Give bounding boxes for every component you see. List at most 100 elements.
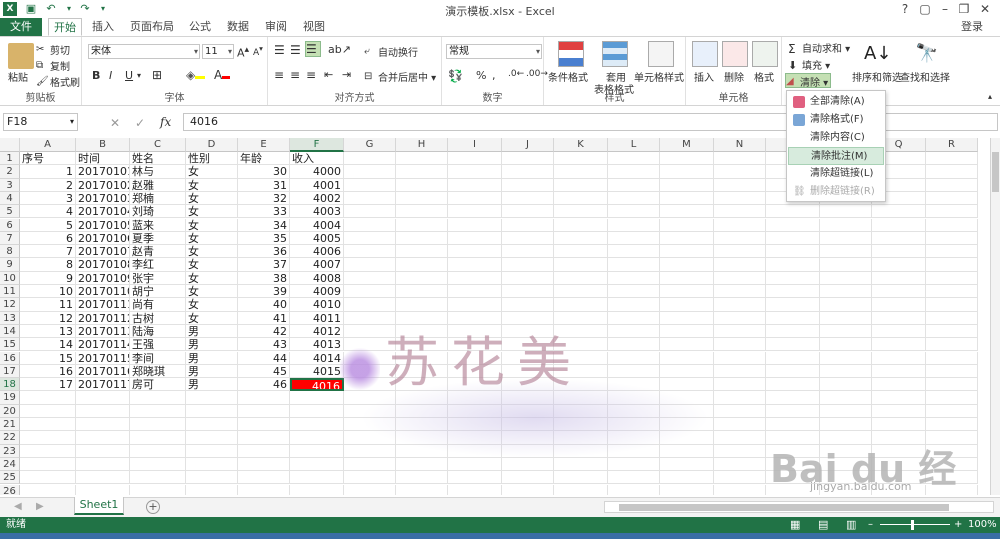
cell-l17[interactable]: [608, 364, 660, 379]
cut-button[interactable]: ✂ 剪切: [36, 42, 70, 58]
cell-b22[interactable]: [76, 431, 130, 445]
cell-h12[interactable]: [396, 298, 448, 312]
select-all-corner[interactable]: [0, 138, 20, 152]
cell-b26[interactable]: [76, 484, 130, 495]
cell-styles-button[interactable]: 单元格样式: [634, 69, 684, 84]
cell-n9[interactable]: [714, 258, 766, 272]
cell-b25[interactable]: [76, 471, 130, 485]
cell-o8[interactable]: [766, 245, 820, 259]
cell-b12[interactable]: 20170111: [76, 298, 130, 312]
cell-r12[interactable]: [926, 298, 978, 312]
cell-a26[interactable]: [20, 484, 76, 495]
cell-b13[interactable]: 20170112: [76, 311, 130, 325]
cell-k5[interactable]: [554, 205, 608, 219]
cell-l12[interactable]: [608, 298, 660, 312]
cell-i4[interactable]: [448, 191, 502, 206]
cell-l26[interactable]: [608, 484, 660, 495]
cell-l10[interactable]: [608, 271, 660, 285]
cell-r7[interactable]: [926, 231, 978, 246]
cell-d15[interactable]: 男: [186, 338, 238, 352]
cell-k2[interactable]: [554, 165, 608, 179]
cell-d19[interactable]: [186, 391, 238, 405]
font-name-select[interactable]: 宋体 ▾: [88, 44, 200, 59]
column-header-b[interactable]: B: [76, 138, 130, 152]
maximize-button[interactable]: ❐: [955, 1, 973, 17]
copy-button[interactable]: ⧉ 复制: [36, 58, 70, 74]
cell-m9[interactable]: [660, 258, 714, 272]
align-left-icon[interactable]: ≡: [274, 68, 284, 82]
cell-g24[interactable]: [344, 457, 396, 472]
cell-e2[interactable]: 30: [238, 165, 290, 179]
cell-g26[interactable]: [344, 484, 396, 495]
cell-m17[interactable]: [660, 364, 714, 379]
cell-p5[interactable]: [820, 205, 872, 219]
column-header-c[interactable]: C: [130, 138, 186, 152]
cell-q19[interactable]: [872, 391, 926, 405]
cell-i2[interactable]: [448, 165, 502, 179]
cell-b11[interactable]: 20170110: [76, 285, 130, 299]
cell-a3[interactable]: 2: [20, 178, 76, 192]
cell-p20[interactable]: [820, 404, 872, 418]
cell-i7[interactable]: [448, 231, 502, 246]
underline-button[interactable]: U: [125, 69, 133, 82]
zoom-out-icon[interactable]: –: [868, 517, 873, 533]
cell-q12[interactable]: [872, 298, 926, 312]
cell-l11[interactable]: [608, 285, 660, 299]
row-header-16[interactable]: 16: [0, 351, 20, 365]
cell-d1[interactable]: 性别: [186, 152, 238, 166]
cell-k24[interactable]: [554, 457, 608, 472]
cell-m24[interactable]: [660, 457, 714, 472]
cell-m10[interactable]: [660, 271, 714, 285]
cell-f12[interactable]: 4010: [290, 298, 344, 312]
cell-p21[interactable]: [820, 418, 872, 432]
row-header-13[interactable]: 13: [0, 311, 20, 325]
cell-l1[interactable]: [608, 152, 660, 166]
cell-a2[interactable]: 1: [20, 165, 76, 179]
cell-n21[interactable]: [714, 418, 766, 432]
cell-g25[interactable]: [344, 471, 396, 485]
column-header-r[interactable]: R: [926, 138, 978, 152]
row-header-19[interactable]: 19: [0, 391, 20, 405]
cell-q16[interactable]: [872, 351, 926, 365]
cell-a24[interactable]: [20, 457, 76, 472]
cell-c6[interactable]: 蓝来: [130, 218, 186, 232]
format-cells-button[interactable]: 格式: [754, 69, 774, 84]
cell-n7[interactable]: [714, 231, 766, 246]
cell-c9[interactable]: 李红: [130, 258, 186, 272]
underline-dropdown-icon[interactable]: ▾: [137, 71, 141, 80]
cell-m6[interactable]: [660, 218, 714, 232]
cell-j7[interactable]: [502, 231, 554, 246]
cell-m7[interactable]: [660, 231, 714, 246]
cell-c3[interactable]: 赵雅: [130, 178, 186, 192]
cell-g9[interactable]: [344, 258, 396, 272]
cell-e14[interactable]: 42: [238, 324, 290, 339]
cell-k1[interactable]: [554, 152, 608, 166]
cell-k26[interactable]: [554, 484, 608, 495]
cell-g6[interactable]: [344, 218, 396, 232]
align-middle-icon[interactable]: ☰: [290, 43, 301, 57]
cell-n15[interactable]: [714, 338, 766, 352]
insert-function-icon[interactable]: fx: [160, 115, 171, 129]
conditional-formatting-button[interactable]: 条件格式: [548, 69, 588, 84]
cell-r1[interactable]: [926, 152, 978, 166]
clear-button[interactable]: ◢ 清除 ▾: [785, 73, 831, 89]
cell-k25[interactable]: [554, 471, 608, 485]
tab-view[interactable]: 视图: [300, 18, 328, 36]
cell-r10[interactable]: [926, 271, 978, 285]
cell-o10[interactable]: [766, 271, 820, 285]
cell-a6[interactable]: 5: [20, 218, 76, 232]
cell-j5[interactable]: [502, 205, 554, 219]
cell-b14[interactable]: 20170113: [76, 324, 130, 339]
cell-d20[interactable]: [186, 404, 238, 418]
align-right-icon[interactable]: ≡: [306, 68, 316, 82]
cell-e11[interactable]: 39: [238, 285, 290, 299]
sort-filter-button[interactable]: 排序和筛选: [852, 69, 902, 84]
cell-p9[interactable]: [820, 258, 872, 272]
normal-view-icon[interactable]: ▦: [790, 517, 800, 533]
cell-c10[interactable]: 张宇: [130, 271, 186, 285]
align-top-icon[interactable]: ☰: [274, 43, 285, 57]
cell-o9[interactable]: [766, 258, 820, 272]
cell-p16[interactable]: [820, 351, 872, 365]
cell-n19[interactable]: [714, 391, 766, 405]
cell-o11[interactable]: [766, 285, 820, 299]
